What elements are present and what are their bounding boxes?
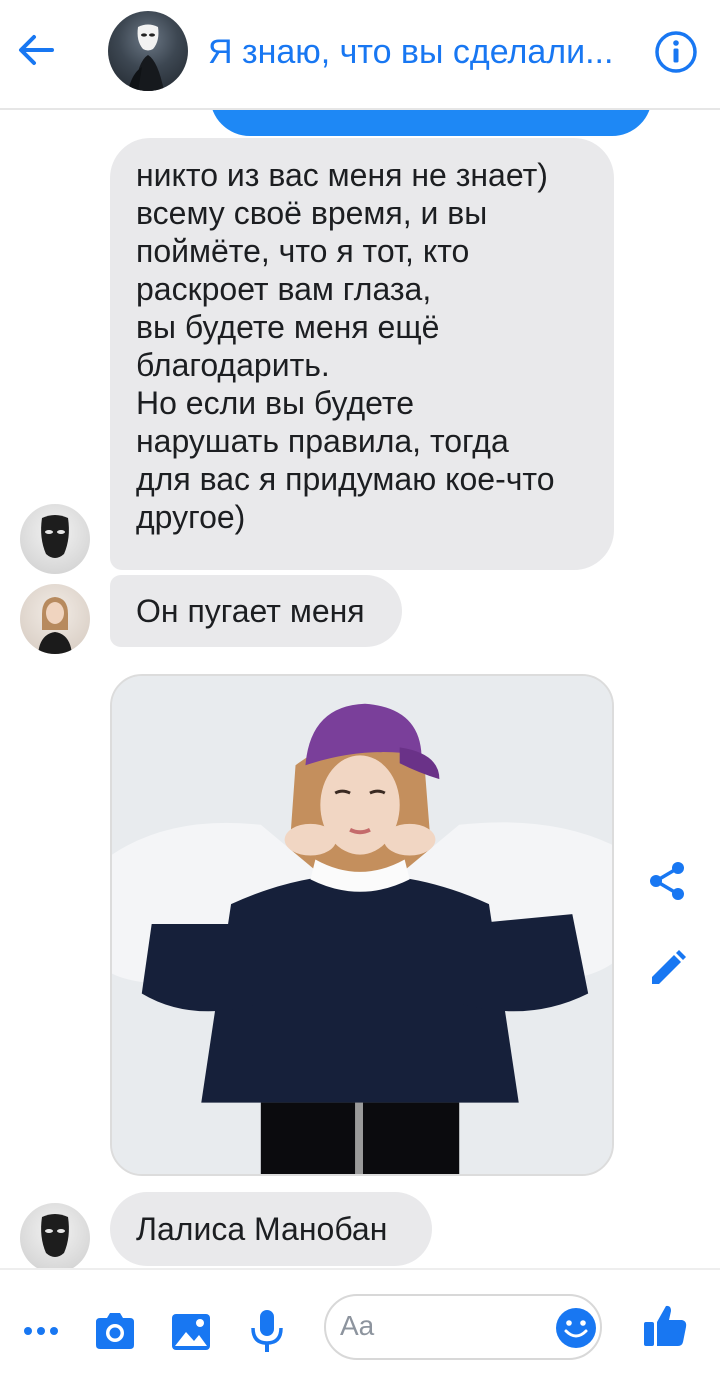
edit-icon[interactable] <box>644 946 690 992</box>
incoming-message: Он пугает меня <box>110 575 402 647</box>
group-avatar[interactable] <box>108 11 188 91</box>
sender-avatar-mask[interactable] <box>20 1203 90 1273</box>
incoming-message: никто из вас меня не знает) всему своё в… <box>110 138 614 570</box>
info-icon[interactable] <box>654 30 698 74</box>
girl-portrait-image <box>38 597 72 654</box>
message-composer: Aa <box>0 1268 720 1384</box>
photo-girl-in-cap-image <box>112 676 612 1174</box>
more-icon[interactable] <box>16 1306 66 1356</box>
incoming-message: Лалиса Манобан <box>110 1192 432 1266</box>
message-text: Лалиса Манобан <box>136 1211 388 1247</box>
conversation-title[interactable]: Я знаю, что вы сделали... <box>208 30 628 74</box>
sender-avatar-mask[interactable] <box>20 504 90 574</box>
conversation-header: Я знаю, что вы сделали... <box>0 0 720 110</box>
microphone-icon[interactable] <box>242 1306 292 1356</box>
share-icon[interactable] <box>644 858 690 904</box>
like-icon[interactable] <box>640 1300 690 1350</box>
gallery-icon[interactable] <box>166 1306 216 1356</box>
emoji-icon[interactable] <box>554 1306 598 1350</box>
message-input[interactable]: Aa <box>324 1294 602 1360</box>
mask-icon <box>41 1214 69 1257</box>
sender-avatar-girl[interactable] <box>20 584 90 654</box>
message-input-placeholder: Aa <box>340 1310 375 1341</box>
photo-message[interactable] <box>110 674 614 1176</box>
mask-icon <box>41 515 69 558</box>
message-text: Он пугает меня <box>136 593 365 629</box>
back-arrow-icon[interactable] <box>14 28 58 72</box>
camera-icon[interactable] <box>90 1306 140 1356</box>
mask-figure-image <box>128 24 164 91</box>
